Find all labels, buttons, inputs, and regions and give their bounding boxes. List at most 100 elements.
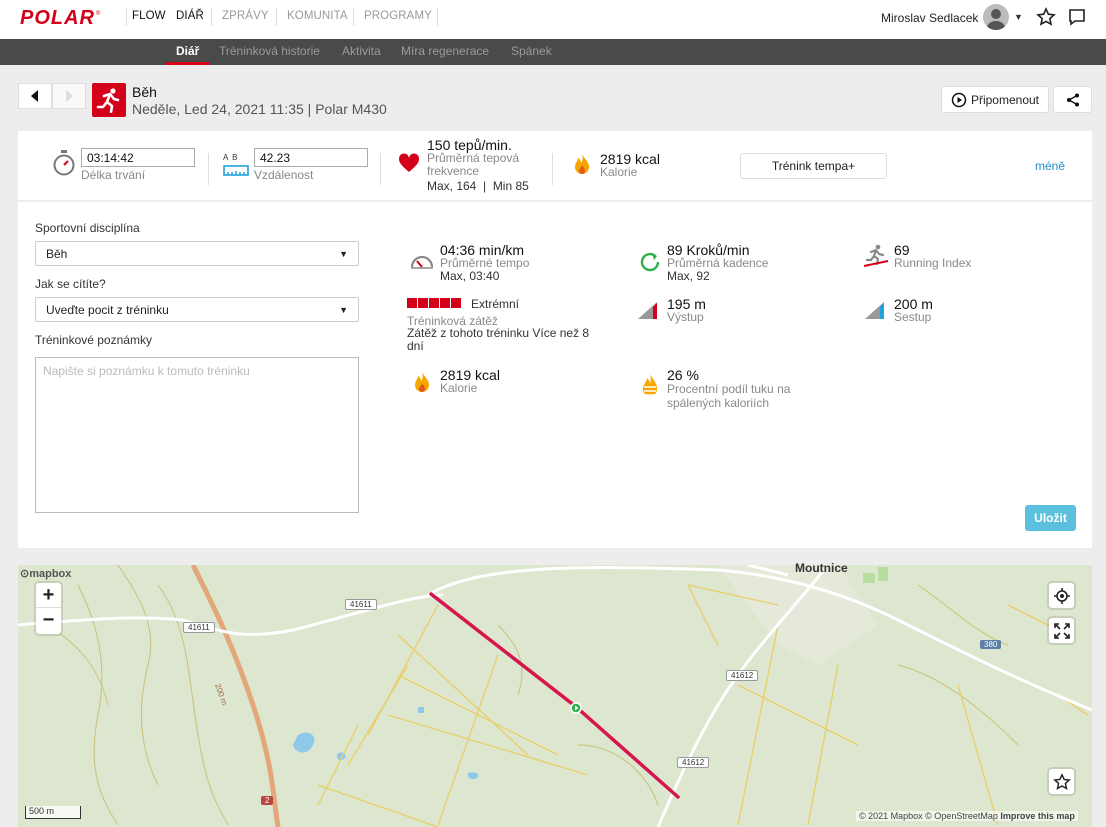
subnav-recovery[interactable]: Míra regenerace xyxy=(401,44,489,58)
calories-label: Kalorie xyxy=(600,165,638,179)
less-link[interactable]: méně xyxy=(1035,159,1065,173)
zoom-in-button[interactable]: + xyxy=(36,583,61,608)
road-label: 41611 xyxy=(183,622,215,633)
share-button[interactable] xyxy=(1053,86,1092,113)
fat-label: Procentní podíl tuku na spálených kalori… xyxy=(667,382,791,410)
arrow-left-icon xyxy=(31,90,38,102)
training-load-sub: Zátěž z tohoto tréninku Více než 8 dní xyxy=(407,326,590,353)
training-load-squares xyxy=(407,298,462,308)
nav-divider xyxy=(353,8,354,26)
fullscreen-button[interactable] xyxy=(1049,618,1074,643)
flame-icon xyxy=(572,152,592,179)
polar-logo-text: POLAR xyxy=(20,6,95,29)
star-icon xyxy=(1052,772,1071,790)
speedometer-icon xyxy=(410,250,434,273)
nav-komunita[interactable]: KOMUNITA xyxy=(287,10,348,22)
divider xyxy=(552,153,553,185)
expand-icon xyxy=(1053,622,1070,639)
duration-input[interactable]: 03:14:42 xyxy=(81,148,195,167)
notes-label: Tréninkové poznámky xyxy=(35,333,152,347)
zoom-out-button[interactable]: − xyxy=(36,608,61,633)
road-label: 2 xyxy=(261,796,274,805)
ascent-icon xyxy=(637,300,661,323)
nav-divider xyxy=(126,8,127,26)
play-circle-icon xyxy=(951,92,967,107)
fat-value: 26 % xyxy=(667,367,699,383)
divider xyxy=(208,153,209,185)
pace-max: Max, 03:40 xyxy=(440,269,500,283)
road-label: 41611 xyxy=(345,599,377,610)
nav-diar[interactable]: DIÁŘ xyxy=(176,10,204,22)
distance-ab: A B xyxy=(223,153,239,162)
hr-label: Průměrná tepová frekvence xyxy=(427,151,520,178)
nav-divider xyxy=(211,8,212,26)
nav-divider xyxy=(437,8,438,26)
heart-icon xyxy=(398,153,420,176)
descent-icon xyxy=(864,300,888,323)
running-index-label: Running Index xyxy=(894,256,972,270)
subnav-active-indicator xyxy=(165,62,210,65)
distance-label: Vzdálenost xyxy=(254,168,314,182)
registered-mark: ® xyxy=(96,11,101,17)
mapbox-logo-text: mapbox xyxy=(29,568,72,580)
hr-maxmin: Max, 164 | Min 85 xyxy=(427,179,529,193)
cadence-icon xyxy=(638,250,662,277)
nav-programy[interactable]: PROGRAMY xyxy=(364,10,432,22)
subnav-activity[interactable]: Aktivita xyxy=(342,44,381,58)
save-button[interactable]: Uložit xyxy=(1025,505,1076,531)
sport-select[interactable]: Běh ▼ xyxy=(35,241,359,266)
fat-burn-icon xyxy=(640,373,660,402)
next-button[interactable] xyxy=(52,83,86,109)
nav-zpravy[interactable]: ZPRÁVY xyxy=(222,10,269,22)
subnav-diar[interactable]: Diář xyxy=(176,44,199,58)
dropdown-caret-icon: ▼ xyxy=(339,248,348,259)
running-index-icon xyxy=(863,244,889,271)
subnav-sleep[interactable]: Spánek xyxy=(511,44,552,58)
map-scale: 500 m xyxy=(25,806,81,819)
feel-select-value: Uveďte pocit z tréninku xyxy=(46,302,169,317)
polar-logo[interactable]: POLAR ® xyxy=(20,7,100,29)
descent-label: Sestup xyxy=(894,310,932,324)
zoom-controls: + − xyxy=(36,583,61,634)
messages-icon[interactable] xyxy=(1068,8,1086,29)
crosshair-icon xyxy=(1053,587,1070,604)
previous-button[interactable] xyxy=(18,83,52,109)
improve-map-link[interactable]: Improve this map xyxy=(1000,811,1075,821)
dropdown-caret-icon: ▼ xyxy=(339,304,348,315)
remind-label: Připomenout xyxy=(970,92,1040,107)
avatar[interactable] xyxy=(983,4,1009,30)
stopwatch-icon xyxy=(52,150,76,179)
map-favorite-button[interactable] xyxy=(1049,769,1074,794)
nav-flow[interactable]: FLOW xyxy=(132,10,166,22)
ruler-icon xyxy=(223,165,249,180)
tempo-training-button[interactable]: Trénink tempa+ xyxy=(740,153,887,179)
session-datetime: Neděle, Led 24, 2021 11:35 | Polar M430 xyxy=(132,101,387,117)
map-attribution: © 2021 Mapbox © OpenStreetMap Improve th… xyxy=(856,811,1078,821)
ascent-label: Výstup xyxy=(667,310,704,324)
divider xyxy=(380,153,381,185)
nav-divider xyxy=(276,8,277,26)
mapbox-logo[interactable]: ⊙mapbox xyxy=(20,567,71,580)
user-menu-caret-icon[interactable]: ▼ xyxy=(1014,12,1023,22)
route-map[interactable] xyxy=(18,565,1092,827)
calories-detail-label: Kalorie xyxy=(440,381,478,395)
subnav-training-history[interactable]: Tréninková historie xyxy=(219,44,320,58)
attribution-text[interactable]: © 2021 Mapbox © OpenStreetMap xyxy=(859,811,998,821)
training-load-value: Extrémní xyxy=(471,297,520,311)
road-label: 380 xyxy=(980,640,1002,649)
mapbox-logo-icon: ⊙ xyxy=(20,568,30,580)
road-label: 41612 xyxy=(677,757,710,768)
locate-button[interactable] xyxy=(1049,583,1074,608)
feel-select[interactable]: Uveďte pocit z tréninku ▼ xyxy=(35,297,359,322)
distance-input[interactable]: 42.23 xyxy=(254,148,368,167)
share-icon xyxy=(1066,93,1079,106)
duration-label: Délka trvání xyxy=(81,168,146,182)
running-sport-icon xyxy=(92,83,126,117)
remind-button[interactable]: Připomenout xyxy=(941,86,1049,113)
favorites-star-icon[interactable] xyxy=(1036,7,1056,30)
arrow-right-icon xyxy=(66,90,73,102)
user-name[interactable]: Miroslav Sedlacek xyxy=(881,11,978,25)
feel-label: Jak se cítíte? xyxy=(35,277,106,291)
map-canvas[interactable] xyxy=(18,565,1092,827)
notes-textarea[interactable] xyxy=(35,357,359,513)
